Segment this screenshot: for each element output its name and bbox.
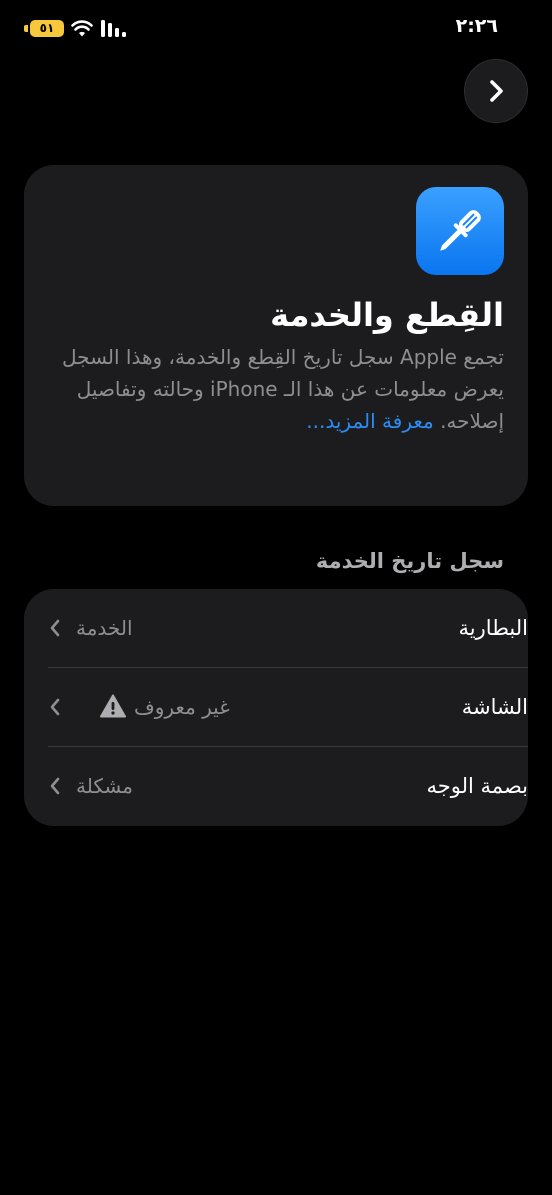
description-text: تجمع Apple سجل تاريخ القِطع والخدمة، وهذ… bbox=[62, 345, 504, 433]
card-title: القِطع والخدمة bbox=[270, 296, 504, 334]
parts-service-info-card: القِطع والخدمة تجمع Apple سجل تاريخ القِ… bbox=[24, 165, 528, 506]
battery-icon: ٥١ bbox=[30, 20, 64, 37]
row-status: مشكلة bbox=[76, 774, 133, 798]
chevron-left-icon bbox=[50, 619, 60, 637]
card-description: تجمع Apple سجل تاريخ القِطع والخدمة، وهذ… bbox=[48, 341, 504, 437]
status-bar: ٢:٢٦ ٥١ bbox=[0, 0, 552, 60]
row-label: بصمة الوجه bbox=[426, 774, 528, 798]
list-item-display[interactable]: الشاشة غير معروف bbox=[48, 668, 528, 746]
wifi-icon bbox=[71, 20, 93, 37]
warning-icon bbox=[100, 694, 126, 718]
row-status: الخدمة bbox=[76, 616, 133, 640]
chevron-right-icon bbox=[490, 80, 503, 102]
list-item-face-id[interactable]: بصمة الوجه مشكلة bbox=[48, 747, 528, 825]
screen: ٢:٢٦ ٥١ القِطع والخدمة تجمع Apple سجل تا… bbox=[0, 0, 552, 1195]
parts-service-app-icon bbox=[416, 187, 504, 275]
learn-more-link[interactable]: معرفة المزيد... bbox=[306, 409, 433, 433]
cellular-signal-icon bbox=[101, 20, 126, 37]
row-label: البطارية bbox=[458, 616, 528, 640]
row-label: الشاشة bbox=[461, 695, 528, 719]
list-item-battery[interactable]: البطارية الخدمة bbox=[48, 589, 528, 667]
service-history-list: البطارية الخدمة الشاشة غير معروف بصمة ال… bbox=[24, 589, 528, 826]
screwdriver-icon bbox=[440, 210, 481, 251]
chevron-left-icon bbox=[50, 777, 60, 795]
chevron-left-icon bbox=[50, 698, 60, 716]
status-time: ٢:٢٦ bbox=[455, 15, 498, 37]
service-history-header: سجل تاريخ الخدمة bbox=[315, 549, 504, 573]
row-status: غير معروف bbox=[134, 695, 230, 719]
battery-tip bbox=[24, 25, 28, 32]
nav-forward-button[interactable] bbox=[464, 59, 528, 123]
